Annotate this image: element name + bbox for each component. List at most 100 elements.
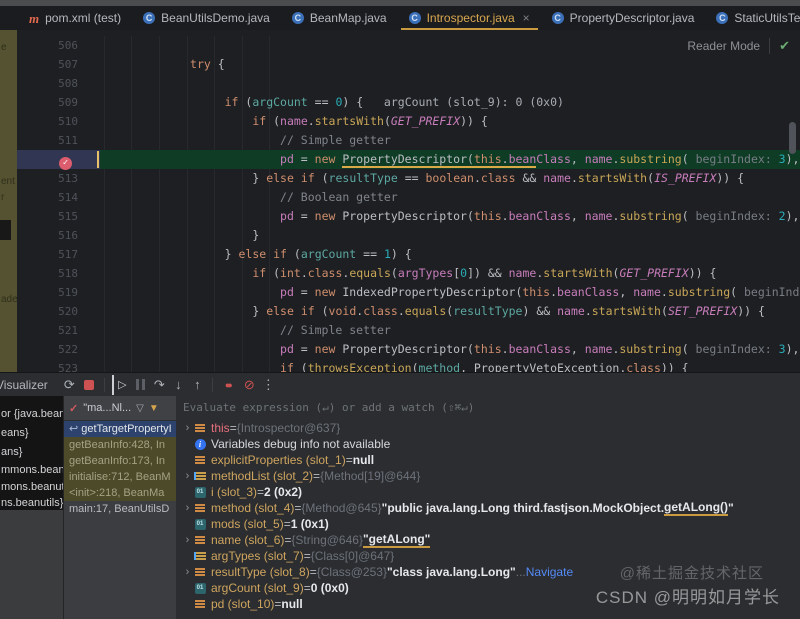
tab-label: BeanUtilsDemo.java <box>161 11 270 25</box>
code-line[interactable]: 515 pd = new PropertyDescriptor(this.bea… <box>0 207 800 226</box>
frame-row[interactable]: main:17, BeanUtilsD <box>64 501 176 517</box>
reader-mode-label: Reader Mode <box>687 39 760 53</box>
code-line[interactable]: 520 } else if (void.class.equals(resultT… <box>0 302 800 321</box>
prim-icon: 01 <box>193 487 207 498</box>
code-text: } else if (resultType == boolean.class &… <box>100 169 800 188</box>
code-text: if (int.class.equals(argTypes[0]) && nam… <box>100 264 800 283</box>
step-over-icon[interactable]: ↷ <box>150 375 169 395</box>
variable-value: 0 (0x0) <box>311 581 349 595</box>
expand-chevron-icon[interactable]: › <box>182 422 193 434</box>
frames-list: ↩getTargetPropertyI getBeanInfo:428, In ge… <box>64 421 176 517</box>
expand-chevron-icon[interactable]: › <box>182 470 193 482</box>
variable-value: = <box>310 565 317 579</box>
ide-window: mpom.xml (test)CBeanUtilsDemo.javaCBeanM… <box>0 0 800 619</box>
variable-row[interactable]: ›name (slot_6) = {String@646} "getALong" <box>176 532 800 548</box>
tab-propertydescriptor-java[interactable]: CPropertyDescriptor.java <box>541 6 706 30</box>
variable-row[interactable]: iVariables debug info not available <box>176 436 800 452</box>
code-line[interactable]: 509 if (argCount == 0) { argCount (slot_… <box>0 93 800 112</box>
stop-icon[interactable] <box>84 380 94 390</box>
variable-value: = <box>313 469 320 483</box>
expand-chevron-icon[interactable]: › <box>182 502 193 514</box>
code-line[interactable]: 514 // Boolean getter <box>0 188 800 207</box>
variable-value: "class java.lang.Long" <box>387 565 516 579</box>
code-line[interactable]: 522 pd = new PropertyDescriptor(this.bea… <box>0 340 800 359</box>
variable-value: = <box>284 533 291 547</box>
code-text: try { <box>100 55 800 74</box>
class-icon: C <box>292 12 304 24</box>
background-text-fragment: ans} <box>1 446 22 458</box>
view-breakpoints-icon[interactable]: ⊘ <box>240 375 259 395</box>
value-icon <box>195 568 205 576</box>
code-line[interactable]: 516 } <box>0 226 800 245</box>
variable-row[interactable]: 01i (slot_3) = 2 (0x2) <box>176 484 800 500</box>
code-line[interactable]: 513 } else if (resultType == boolean.cla… <box>0 169 800 188</box>
variable-value: = <box>274 597 281 611</box>
pause-icon[interactable] <box>136 379 145 390</box>
variable-value: {String@646} <box>291 533 363 547</box>
variable-value: null <box>353 453 374 467</box>
code-line[interactable]: 507 try { <box>0 55 800 74</box>
frame-row[interactable]: getBeanInfo:428, In <box>64 437 176 453</box>
resume-icon[interactable]: ▷ <box>112 375 129 395</box>
code-line[interactable]: 510 if (name.startsWith(GET_PREFIX)) { <box>0 112 800 131</box>
variable-row[interactable]: explicitProperties (slot_1) = null <box>176 452 800 468</box>
thread-dropdown-caret-icon[interactable]: ▼ <box>149 403 159 414</box>
frames-panel: ✓ "ma...Nl... ▽ ▼ ↩getTargetPropertyI get… <box>63 396 176 619</box>
value-icon <box>193 456 207 464</box>
expand-chevron-icon[interactable]: › <box>182 534 193 546</box>
filter-funnel-icon[interactable]: ▽ <box>136 403 144 414</box>
code-line[interactable]: 508 <box>0 74 800 93</box>
code-line[interactable]: ✓ pd = new PropertyDescriptor(this.beanC… <box>0 150 800 169</box>
evaluate-expression-bar[interactable]: Evaluate expression (↵) or add a watch (… <box>176 396 800 420</box>
frame-label: main:17, BeanUtilsD <box>69 503 169 515</box>
toolbar-separator <box>212 378 213 392</box>
more-options-icon[interactable]: ⋮ <box>259 375 278 395</box>
frame-row[interactable]: <init>:218, BeanMa <box>64 485 176 501</box>
code-text <box>100 74 800 93</box>
frame-row[interactable]: getBeanInfo:173, In <box>64 453 176 469</box>
code-line[interactable]: 519 pd = new IndexedPropertyDescriptor(t… <box>0 283 800 302</box>
code-line[interactable]: 511 // Simple getter <box>0 131 800 150</box>
code-editor[interactable]: 506507 try {508509 if (argCount == 0) { … <box>0 30 800 372</box>
step-into-icon[interactable]: ↓ <box>169 375 188 395</box>
debug-toolbar-icons: ⟳ ▷ ↷↓↑ ●●⊘⋮ <box>60 375 278 395</box>
value-icon <box>193 504 207 512</box>
frame-row[interactable]: initialise:712, BeanM <box>64 469 176 485</box>
tab-label: Introspector.java <box>427 11 515 25</box>
navigate-link[interactable]: Navigate <box>526 565 573 579</box>
value-icon <box>193 536 207 544</box>
tab-beanmap-java[interactable]: C BeanMap.java <box>281 6 398 30</box>
frame-row[interactable]: ↩getTargetPropertyI <box>64 421 176 437</box>
class-icon: C <box>716 12 728 24</box>
variable-row[interactable]: ›this = {Introspector@637} <box>176 420 800 436</box>
variable-row[interactable]: ›methodList (slot_2) = {Method[19]@644} <box>176 468 800 484</box>
mute-breakpoints-icon[interactable]: ●● <box>218 375 240 395</box>
frame-label: getBeanInfo:428, In <box>69 439 165 451</box>
code-line[interactable]: 518 if (int.class.equals(argTypes[0]) &&… <box>0 264 800 283</box>
step-out-icon[interactable]: ↑ <box>188 375 207 395</box>
variable-row[interactable]: ›method (slot_4) = {Method@645} "public … <box>176 500 800 516</box>
rerun-icon[interactable]: ⟳ <box>60 375 79 395</box>
close-icon[interactable]: × <box>523 11 530 25</box>
tab-pom-xml-test-[interactable]: mpom.xml (test) <box>18 6 132 30</box>
checkmark-icon: ✔ <box>769 38 790 54</box>
variable-row[interactable]: 01mods (slot_5) = 1 (0x1) <box>176 516 800 532</box>
editor-scrollbar[interactable] <box>789 122 796 154</box>
tab-label: StaticUtilsTest.java <box>734 11 800 25</box>
code-line[interactable]: 521 // Simple setter <box>0 321 800 340</box>
value-icon <box>195 536 205 544</box>
text-caret <box>97 151 99 168</box>
tab-label: BeanMap.java <box>310 11 387 25</box>
expand-chevron-icon[interactable]: › <box>182 566 193 578</box>
code-line[interactable]: 523 if (throwsException(method, Property… <box>0 359 800 372</box>
code-line[interactable]: 506 <box>0 36 800 55</box>
code-text: pd = new IndexedPropertyDescriptor(this.… <box>100 283 800 302</box>
thread-selector[interactable]: ✓ "ma...Nl... ▽ ▼ <box>64 396 176 421</box>
tab-introspector-java[interactable]: CIntrospector.java× <box>398 6 541 30</box>
tab-beanutilsdemo-java[interactable]: CBeanUtilsDemo.java <box>132 6 281 30</box>
background-text-fragment: ent <box>1 176 15 187</box>
tab-staticutilstest-java[interactable]: C StaticUtilsTest.java <box>705 6 800 30</box>
watermark-csdn: CSDN @明明如月学长 <box>596 583 780 608</box>
debug-toolbar: Visualizer ⟳▷↷↓↑●●⊘⋮ <box>0 372 800 396</box>
code-line[interactable]: 517 } else if (argCount == 1) { <box>0 245 800 264</box>
